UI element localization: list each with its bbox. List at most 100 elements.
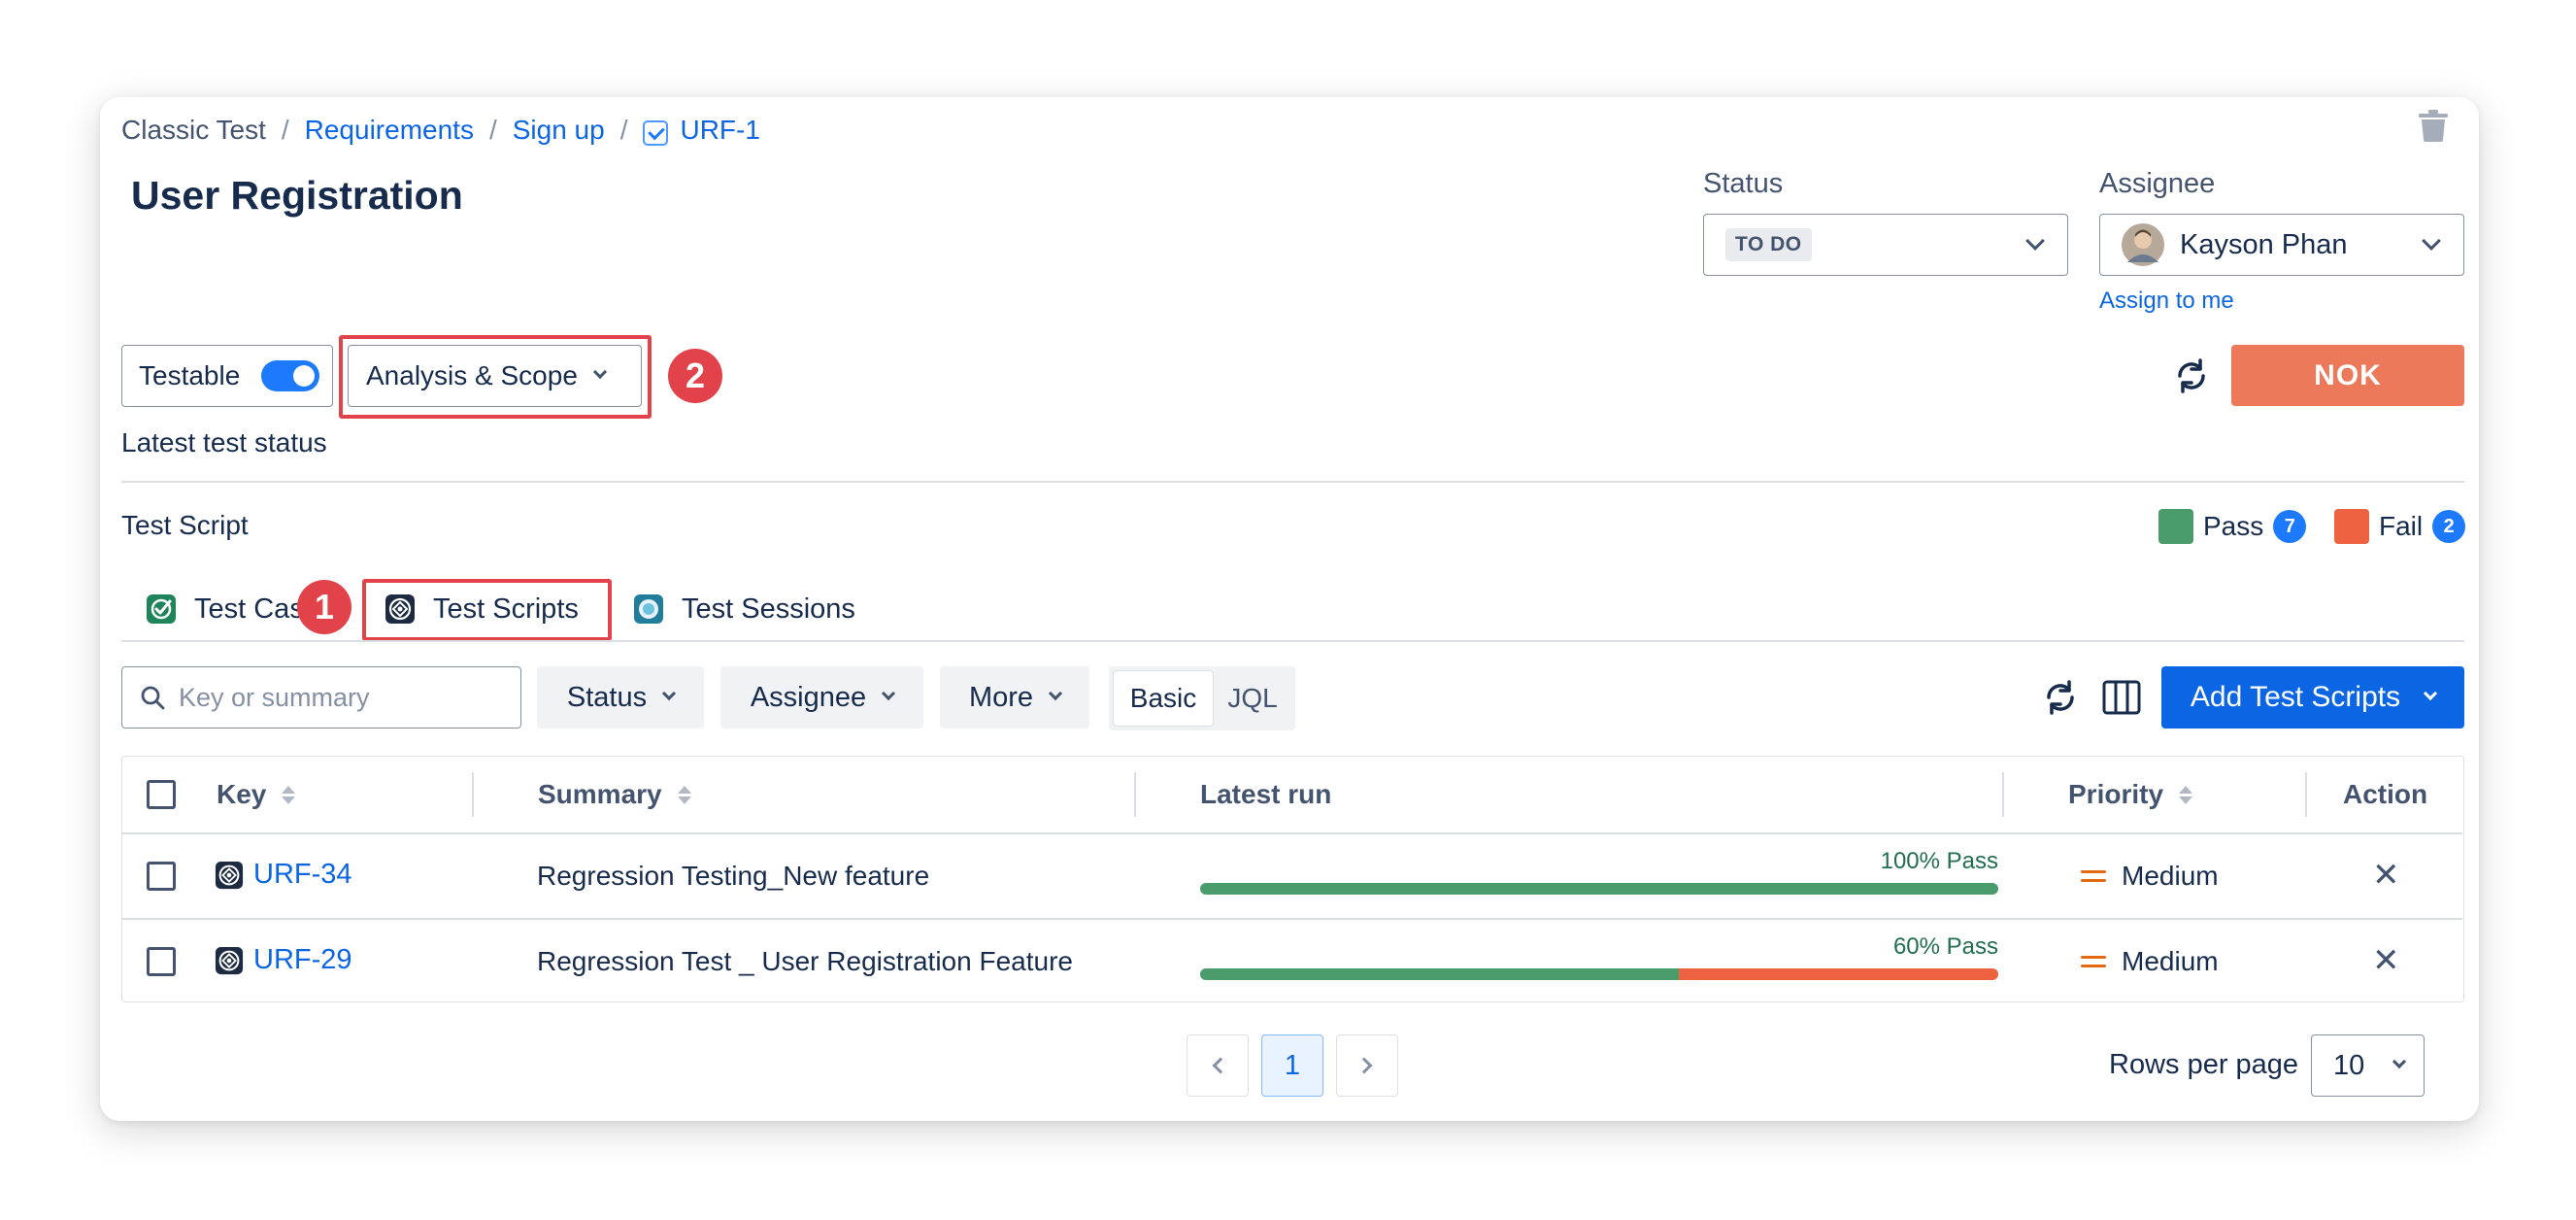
search-field[interactable] — [121, 666, 521, 729]
columns-icon[interactable] — [2102, 680, 2141, 715]
column-header-summary[interactable]: Summary — [538, 757, 691, 832]
chevron-down-icon — [2424, 686, 2438, 701]
tab-test-cases[interactable]: Test Cas — [146, 580, 304, 638]
test-script-icon — [385, 594, 415, 624]
sort-icon — [282, 785, 296, 804]
fail-legend: Fail 2 — [2334, 509, 2466, 544]
breadcrumb-separator: / — [488, 115, 497, 145]
row-summary: Regression Testing_New feature — [537, 861, 930, 891]
latest-test-status-label: Latest test status — [121, 427, 327, 458]
more-filter-button[interactable]: More — [940, 666, 1089, 729]
search-mode-toggle: Basic JQL — [1109, 666, 1295, 730]
chevron-left-icon — [1212, 1057, 1229, 1074]
breadcrumb-issue-key[interactable]: URF-1 — [680, 115, 759, 146]
test-session-icon — [634, 594, 663, 624]
run-result-label: 60% Pass — [1892, 933, 1998, 960]
status-select[interactable]: TO DO — [1703, 214, 2068, 276]
assignee-filter-button[interactable]: Assignee — [720, 666, 923, 729]
column-header-priority-label: Priority — [2068, 779, 2164, 809]
row-key-link[interactable]: URF-29 — [253, 944, 352, 976]
priority-label: Medium — [2122, 946, 2219, 976]
chevron-down-icon — [2422, 231, 2441, 251]
breadcrumb-project[interactable]: Classic Test — [121, 115, 266, 146]
assignee-label: Assignee — [2099, 168, 2216, 199]
pass-segment — [1200, 968, 1680, 980]
avatar — [2122, 223, 2164, 266]
chevron-right-icon — [1355, 1057, 1373, 1074]
row-checkbox[interactable] — [147, 947, 176, 976]
page-1-button[interactable]: 1 — [1261, 1034, 1323, 1097]
latest-run-cell: 60% Pass — [1200, 933, 1998, 980]
analysis-scope-dropdown[interactable]: Analysis & Scope — [348, 345, 642, 407]
run-progress-bar — [1200, 968, 1998, 980]
page-title: User Registration — [131, 173, 463, 218]
priority-label: Medium — [2122, 861, 2219, 891]
remove-row-button[interactable]: ✕ — [2372, 941, 2400, 980]
medium-priority-icon — [2081, 956, 2106, 967]
assignee-select[interactable]: Kayson Phan — [2099, 214, 2464, 276]
test-script-label: Test Script — [121, 510, 249, 540]
fail-label: Fail — [2379, 511, 2424, 541]
add-test-scripts-button[interactable]: Add Test Scripts — [2161, 666, 2464, 729]
tab-test-scripts[interactable]: Test Scripts — [385, 580, 579, 638]
analysis-scope-label: Analysis & Scope — [366, 360, 578, 390]
search-input[interactable] — [179, 682, 509, 713]
status-filter-button[interactable]: Status — [537, 666, 704, 729]
fail-count-badge: 2 — [2432, 510, 2466, 543]
rows-per-page-label: Rows per page — [2109, 1049, 2299, 1080]
select-all-header — [147, 757, 176, 832]
chevron-down-icon — [1048, 686, 1063, 701]
priority-cell: Medium — [2081, 861, 2219, 892]
basic-mode-button[interactable]: Basic — [1113, 670, 1214, 727]
callout-badge-2: 2 — [668, 349, 722, 403]
rows-per-page-select[interactable]: 10 — [2311, 1034, 2425, 1097]
previous-page-button[interactable] — [1187, 1034, 1249, 1097]
status-label: Status — [1703, 168, 1784, 199]
remove-row-button[interactable]: ✕ — [2372, 856, 2400, 895]
assign-to-me-link[interactable]: Assign to me — [2099, 288, 2234, 315]
fail-segment — [1679, 968, 1998, 980]
refresh-icon[interactable] — [2041, 678, 2080, 717]
test-script-icon — [215, 946, 244, 974]
column-divider — [472, 772, 474, 817]
checkbox-issue-icon — [643, 120, 669, 146]
table-row[interactable]: URF-34 Regression Testing_New feature 10… — [122, 834, 2462, 918]
priority-cell: Medium — [2081, 946, 2219, 977]
column-header-summary-label: Summary — [538, 779, 662, 809]
status-filter-label: Status — [566, 681, 648, 713]
column-header-key[interactable]: Key — [217, 757, 296, 832]
select-all-checkbox[interactable] — [147, 780, 176, 809]
sync-icon[interactable] — [2172, 356, 2211, 395]
nok-status-button[interactable]: NOK — [2231, 345, 2464, 406]
pass-label: Pass — [2203, 511, 2264, 541]
row-key-link[interactable]: URF-34 — [253, 859, 352, 891]
assignee-filter-label: Assignee — [750, 681, 867, 713]
column-header-action-label: Action — [2343, 779, 2428, 809]
column-divider — [2002, 772, 2004, 817]
next-page-button[interactable] — [1336, 1034, 1398, 1097]
tab-test-sessions[interactable]: Test Sessions — [633, 580, 855, 638]
breadcrumb-signup[interactable]: Sign up — [513, 115, 605, 146]
breadcrumb: Classic Test / Requirements / Sign up / … — [121, 111, 760, 150]
pass-segment — [1200, 883, 1998, 895]
assignee-name: Kayson Phan — [2180, 228, 2348, 260]
divider — [121, 481, 2464, 483]
status-lozenge: TO DO — [1725, 228, 1812, 261]
row-checkbox[interactable] — [147, 862, 176, 891]
breadcrumb-separator: / — [281, 115, 289, 145]
testable-toggle-control[interactable]: Testable — [121, 345, 333, 407]
add-test-scripts-label: Add Test Scripts — [2190, 681, 2401, 713]
sort-icon — [2179, 785, 2193, 804]
column-header-priority[interactable]: Priority — [2068, 757, 2193, 832]
tab-test-sessions-label: Test Sessions — [682, 593, 855, 625]
fail-swatch — [2334, 509, 2369, 544]
row-summary: Regression Test _ User Registration Feat… — [537, 946, 1073, 976]
testable-toggle[interactable] — [261, 360, 320, 391]
column-header-key-label: Key — [217, 779, 267, 809]
breadcrumb-requirements[interactable]: Requirements — [305, 115, 474, 146]
jql-mode-button[interactable]: JQL — [1214, 683, 1291, 714]
testable-label: Testable — [139, 360, 241, 390]
trash-icon[interactable] — [2418, 109, 2449, 142]
column-header-action: Action — [2343, 757, 2427, 832]
table-row[interactable]: URF-29 Regression Test _ User Registrati… — [122, 920, 2462, 1003]
